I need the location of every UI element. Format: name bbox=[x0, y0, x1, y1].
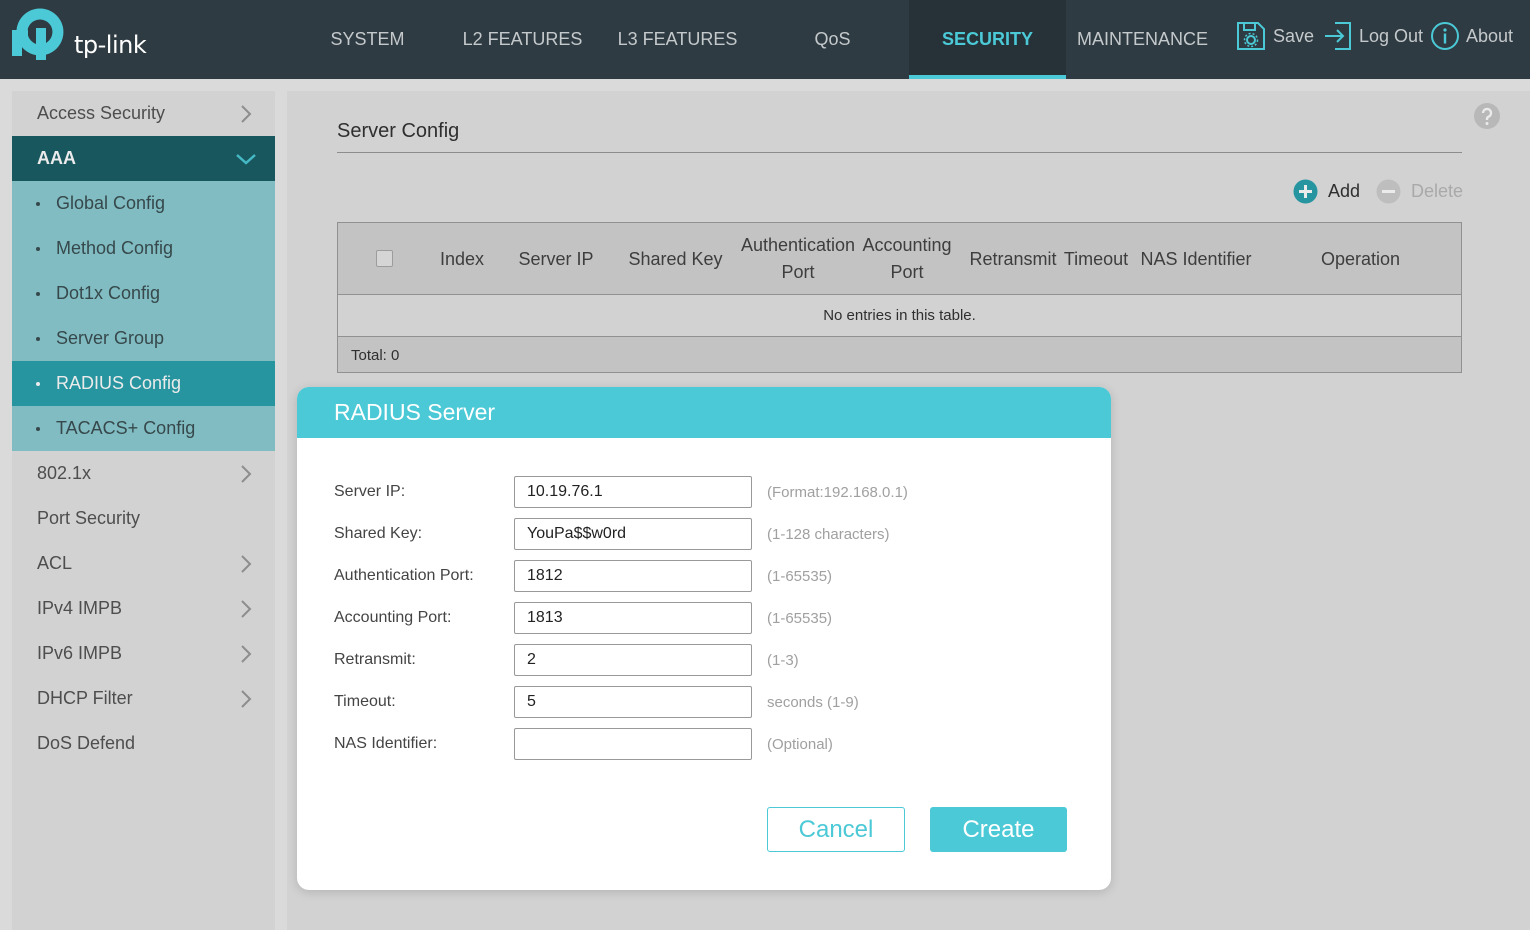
shared-key-input[interactable] bbox=[514, 518, 752, 550]
field-hint: seconds (1-9) bbox=[767, 694, 859, 711]
field-label: Server IP: bbox=[334, 483, 406, 500]
field-label: Accounting Port: bbox=[334, 609, 452, 626]
tab-system[interactable]: SYSTEM bbox=[290, 0, 445, 79]
form-row-retransmit: Retransmit: (1-3) bbox=[297, 644, 1111, 676]
form-row-nas-identifier: NAS Identifier: (Optional) bbox=[297, 728, 1111, 760]
tab-qos[interactable]: QoS bbox=[755, 0, 910, 79]
retransmit-input[interactable] bbox=[514, 644, 752, 676]
authentication-port-input[interactable] bbox=[514, 560, 752, 592]
save-button[interactable]: Save bbox=[1235, 18, 1314, 54]
field-label: NAS Identifier: bbox=[334, 735, 438, 752]
field-label: Timeout: bbox=[334, 693, 396, 710]
cancel-button[interactable]: Cancel bbox=[767, 807, 905, 852]
tab-l2-features[interactable]: L2 FEATURES bbox=[445, 0, 600, 79]
form-row-accounting-port: Accounting Port: (1-65535) bbox=[297, 602, 1111, 634]
field-hint: (Format:192.168.0.1) bbox=[767, 484, 908, 501]
about-button[interactable]: About bbox=[1430, 18, 1513, 54]
create-button[interactable]: Create bbox=[930, 807, 1067, 852]
info-icon bbox=[1431, 22, 1459, 50]
accounting-port-input[interactable] bbox=[514, 602, 752, 634]
timeout-input[interactable] bbox=[514, 686, 752, 718]
dialog-title: RADIUS Server bbox=[334, 399, 496, 425]
tab-security[interactable]: SECURITY bbox=[909, 0, 1066, 79]
logout-label: Log Out bbox=[1359, 25, 1424, 46]
field-hint: (1-65535) bbox=[767, 568, 833, 585]
dialog-header: RADIUS Server bbox=[297, 387, 1111, 438]
form-row-auth-port: Authentication Port: (1-65535) bbox=[297, 560, 1111, 592]
server-ip-input[interactable] bbox=[514, 476, 752, 508]
field-hint: (1-128 characters) bbox=[767, 526, 890, 543]
radius-server-dialog: RADIUS Server Server IP: (Format:192.168… bbox=[297, 387, 1111, 890]
top-navbar: tp-link SYSTEM L2 FEATURES L3 FEATURES Q… bbox=[0, 0, 1530, 79]
brand-name: tp-link bbox=[74, 31, 147, 59]
logo-icon bbox=[12, 8, 64, 60]
logout-button[interactable]: Log Out bbox=[1323, 18, 1423, 54]
form-row-server-ip: Server IP: (Format:192.168.0.1) bbox=[297, 476, 1111, 508]
about-label: About bbox=[1466, 25, 1514, 46]
tab-maintenance[interactable]: MAINTENANCE bbox=[1066, 0, 1219, 79]
form-row-shared-key: Shared Key: (1-128 characters) bbox=[297, 518, 1111, 550]
field-label: Shared Key: bbox=[334, 525, 423, 542]
logout-icon bbox=[1325, 22, 1351, 50]
field-label: Retransmit: bbox=[334, 651, 416, 668]
field-hint: (1-3) bbox=[767, 652, 799, 669]
save-icon bbox=[1237, 22, 1265, 50]
tp-link-logo: tp-link bbox=[10, 8, 150, 66]
form-row-timeout: Timeout: seconds (1-9) bbox=[297, 686, 1111, 718]
nas-identifier-input[interactable] bbox=[514, 728, 752, 760]
field-hint: (1-65535) bbox=[767, 610, 833, 627]
field-hint: (Optional) bbox=[767, 736, 833, 753]
tab-l3-features[interactable]: L3 FEATURES bbox=[600, 0, 755, 79]
save-label: Save bbox=[1273, 25, 1315, 46]
field-label: Authentication Port: bbox=[334, 567, 474, 584]
